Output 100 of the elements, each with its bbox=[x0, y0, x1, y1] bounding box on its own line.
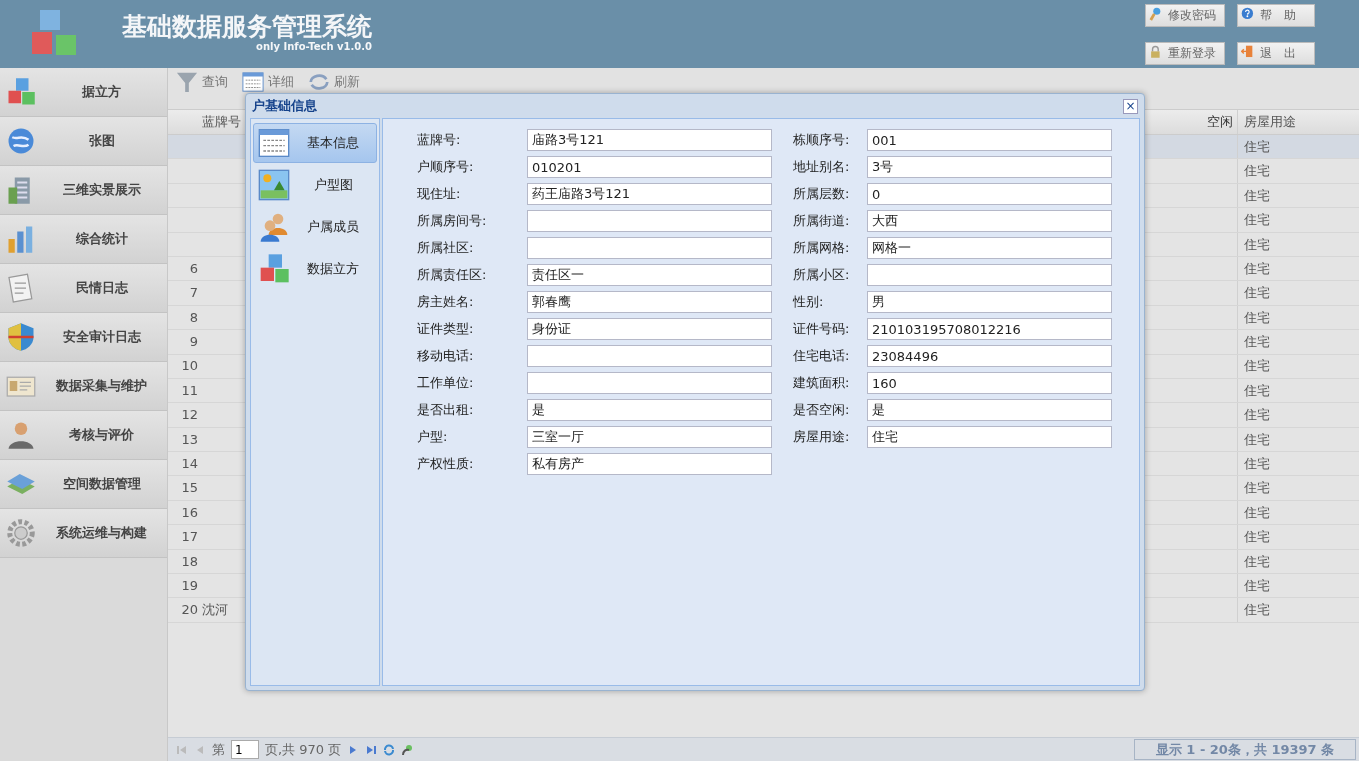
dialog-tab[interactable]: 户型图 bbox=[253, 165, 377, 205]
table-cell-text: 住宅 bbox=[1244, 333, 1270, 352]
field-label: 所属社区: bbox=[417, 239, 475, 257]
input-field[interactable]: 23084496 bbox=[867, 345, 1112, 367]
input-field[interactable]: 庙路3号121 bbox=[527, 129, 772, 151]
sidebar-item[interactable]: 三维实景展示 bbox=[0, 166, 167, 215]
close-button[interactable]: × bbox=[1123, 98, 1138, 114]
column-header: 蓝牌号 bbox=[202, 113, 241, 132]
input-field[interactable]: 大西 bbox=[867, 210, 1112, 232]
table-cell-text: 住宅 bbox=[1244, 381, 1270, 400]
sidebar-item[interactable]: 张图 bbox=[0, 117, 167, 166]
landscape-icon bbox=[258, 169, 290, 201]
field-label: 地址别名: bbox=[792, 158, 851, 176]
sidebar-item[interactable]: 安全审计日志 bbox=[0, 313, 167, 362]
input-field[interactable]: 网格一 bbox=[867, 237, 1112, 259]
input-field[interactable]: 郭春鹰 bbox=[527, 291, 772, 313]
help-button[interactable]: 帮 助 bbox=[1237, 3, 1315, 27]
field-label: 住宅电话: bbox=[792, 347, 851, 365]
sidebar-item[interactable]: 民情日志 bbox=[0, 264, 167, 313]
change-password-button[interactable]: 修改密码 bbox=[1145, 3, 1225, 27]
field-label: 房主姓名: bbox=[417, 293, 475, 311]
input-field[interactable]: 责任区一 bbox=[527, 264, 772, 286]
input-field[interactable]: 药王庙路3号121 bbox=[527, 183, 772, 205]
sidebar-item[interactable]: 系统运维与构建 bbox=[0, 509, 167, 558]
row-number: 15 bbox=[181, 480, 198, 496]
input-field[interactable]: 男 bbox=[867, 291, 1112, 313]
field-label: 证件类型: bbox=[417, 320, 475, 338]
row-number: 7 bbox=[189, 285, 198, 301]
table-cell-text: 住宅 bbox=[1244, 137, 1270, 156]
input-field[interactable]: 三室一厅 bbox=[527, 426, 772, 448]
input-field[interactable]: 001 bbox=[867, 129, 1112, 151]
input-field[interactable] bbox=[527, 237, 772, 259]
refresh-icon[interactable] bbox=[383, 743, 396, 756]
sidebar-item[interactable]: 据立方 bbox=[0, 68, 167, 117]
input-field[interactable]: 是 bbox=[867, 399, 1112, 421]
field-label: 所属小区: bbox=[792, 266, 851, 284]
table-cell-text: 住宅 bbox=[1244, 284, 1270, 303]
table-cell-text: 住宅 bbox=[1244, 430, 1270, 449]
relogin-button[interactable]: 重新登录 bbox=[1145, 41, 1225, 65]
input-field[interactable] bbox=[527, 372, 772, 394]
last-page-icon[interactable] bbox=[365, 743, 378, 756]
row-number: 18 bbox=[181, 553, 198, 569]
input-field[interactable]: 3号 bbox=[867, 156, 1112, 178]
row-number: 16 bbox=[181, 504, 198, 520]
input-field[interactable]: 身份证 bbox=[527, 318, 772, 340]
field-label: 移动电话: bbox=[417, 347, 475, 365]
row-number: 13 bbox=[181, 431, 198, 447]
table-cell-text: 住宅 bbox=[1244, 601, 1270, 620]
input-field[interactable]: 是 bbox=[527, 399, 772, 421]
table-cell-text: 住宅 bbox=[1244, 186, 1270, 205]
field-label: 户顺序号: bbox=[417, 158, 475, 176]
input-field[interactable]: 210103195708012216 bbox=[867, 318, 1112, 340]
sidebar-item[interactable]: 数据采集与维护 bbox=[0, 362, 167, 411]
dialog-tab[interactable]: 基本信息 bbox=[253, 123, 377, 163]
row-number: 8 bbox=[189, 309, 198, 325]
table-cell-text: 住宅 bbox=[1244, 259, 1270, 278]
column-header: 房屋用途 bbox=[1244, 113, 1296, 132]
field-label: 所属网格: bbox=[792, 239, 851, 257]
sidebar-item[interactable]: 考核与评价 bbox=[0, 411, 167, 460]
row-number: 6 bbox=[189, 260, 198, 276]
table-cell-text: 住宅 bbox=[1244, 503, 1270, 522]
input-field[interactable] bbox=[867, 264, 1112, 286]
sidebar-item[interactable]: 空间数据管理 bbox=[0, 460, 167, 509]
field-label: 证件号码: bbox=[792, 320, 851, 338]
dialog-tab[interactable]: 数据立方 bbox=[253, 249, 377, 289]
page-field[interactable]: 1 bbox=[231, 740, 259, 759]
people-icon bbox=[258, 211, 290, 243]
field-label: 所属责任区: bbox=[417, 266, 488, 284]
dialog-tab[interactable]: 户属成员 bbox=[253, 207, 377, 247]
field-label: 所属房间号: bbox=[417, 212, 488, 230]
table-cell-text: 住宅 bbox=[1244, 162, 1270, 181]
toolbar-button[interactable]: 查询 bbox=[176, 71, 228, 93]
row-number: 17 bbox=[181, 529, 198, 545]
input-field[interactable]: 010201 bbox=[527, 156, 772, 178]
exit-button[interactable]: 退 出 bbox=[1237, 41, 1315, 65]
table-icon bbox=[258, 127, 290, 159]
input-field[interactable]: 私有房产 bbox=[527, 453, 772, 475]
input-field[interactable] bbox=[527, 210, 772, 232]
field-label: 工作单位: bbox=[417, 374, 475, 392]
field-label: 是否出租: bbox=[417, 401, 475, 419]
cubes-icon bbox=[258, 253, 290, 285]
dialog-title: 户基础信息 bbox=[252, 97, 317, 116]
record-summary: 显示 1 - 20条，共 19397 条 bbox=[1134, 739, 1356, 760]
field-label: 所属层数: bbox=[792, 185, 851, 203]
row-number: 10 bbox=[181, 358, 198, 374]
field-label: 现住址: bbox=[417, 185, 462, 203]
input-field[interactable]: 住宅 bbox=[867, 426, 1112, 448]
toolbar-button[interactable]: 详细 bbox=[242, 71, 294, 93]
input-field[interactable]: 160 bbox=[867, 372, 1112, 394]
globe-icon bbox=[6, 126, 36, 156]
sidebar-item[interactable]: 综合统计 bbox=[0, 215, 167, 264]
table-cell-text: 住宅 bbox=[1244, 211, 1270, 230]
row-number: 14 bbox=[181, 456, 198, 471]
toolbar-button[interactable]: 刷新 bbox=[308, 71, 360, 93]
input-field[interactable] bbox=[527, 345, 772, 367]
first-page-icon[interactable] bbox=[176, 743, 188, 756]
table-cell-text: 住宅 bbox=[1244, 455, 1270, 473]
column-header: 空闲 bbox=[1207, 113, 1233, 132]
input-field[interactable]: 0 bbox=[867, 183, 1112, 205]
export-icon[interactable] bbox=[401, 743, 414, 756]
